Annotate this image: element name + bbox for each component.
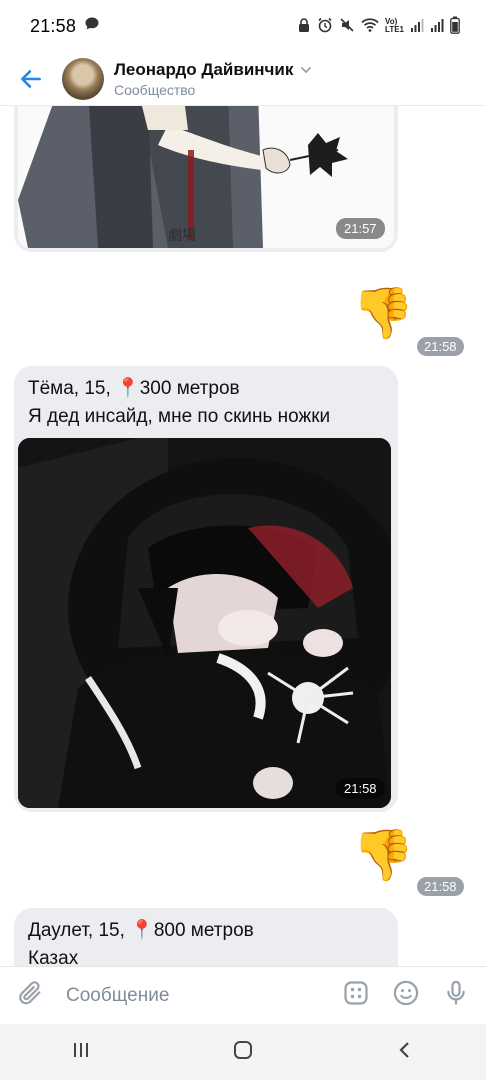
title-row: Леонардо Дайвинчик — [114, 60, 313, 80]
header-title-block[interactable]: Леонардо Дайвинчик Сообщество — [114, 60, 313, 98]
status-bar: 21:58 Vo) LTE1 — [0, 0, 486, 52]
message-time: 21:58 — [417, 877, 464, 896]
message-composer: Сообщение — [0, 966, 486, 1024]
chevron-left-icon — [399, 1041, 409, 1058]
alarm-icon — [317, 17, 333, 36]
svg-text:劇場: 劇場 — [168, 228, 196, 244]
page-title: Леонардо Дайвинчик — [114, 59, 294, 79]
chat-notification-icon — [84, 16, 100, 37]
message-photo-bubble[interactable]: 劇場 21:57 — [14, 106, 398, 252]
profile-line-2: Я дед инсайд, мне по скинь ножки — [28, 406, 331, 427]
thumbs-down-sticker[interactable]: 👎 — [352, 288, 414, 338]
status-left: 21:58 — [30, 16, 100, 37]
status-right: Vo) LTE1 — [297, 16, 460, 37]
bot-keyboard-icon — [344, 981, 368, 1005]
recent-apps-icon — [74, 1042, 88, 1057]
home-icon — [234, 1040, 252, 1059]
emoji-button[interactable] — [392, 979, 420, 1012]
attach-button[interactable] — [16, 979, 44, 1012]
battery-icon — [450, 16, 460, 37]
signal-icon-1 — [410, 17, 424, 36]
profile-line-1: Даулет, 15, 📍800 метров — [28, 920, 254, 941]
profile-line-1: Тёма, 15, 📍300 метров — [28, 378, 240, 399]
chat-history[interactable]: 劇場 21:57 👎 21:58 Тёма, 15, 📍300 метров Я… — [0, 106, 486, 966]
profile-message-bubble[interactable]: Тёма, 15, 📍300 метров Я дед инсайд, мне … — [14, 366, 398, 812]
keyboard-bot-button[interactable] — [342, 979, 370, 1012]
recent-apps-button[interactable] — [70, 1039, 92, 1066]
paperclip-icon — [19, 981, 41, 1005]
message-time: 21:58 — [417, 337, 464, 356]
avatar[interactable] — [62, 57, 104, 100]
message-time: 21:58 — [336, 778, 385, 799]
lte-label: Vo) LTE1 — [385, 17, 404, 34]
composer-actions — [342, 979, 470, 1012]
system-navigation-bar — [0, 1024, 486, 1080]
profile-photo-image — [18, 438, 391, 808]
mute-icon — [339, 17, 355, 36]
chevron-down-icon — [301, 66, 312, 73]
microphone-icon — [447, 980, 465, 1005]
thumbs-down-sticker[interactable]: 👎 — [352, 830, 414, 880]
profile-line-2: Казах — [28, 948, 79, 966]
back-button[interactable] — [0, 52, 62, 106]
lock-icon — [297, 17, 311, 36]
arrow-left-icon — [21, 69, 41, 88]
home-button[interactable] — [232, 1039, 254, 1066]
chat-header: Леонардо Дайвинчик Сообщество — [0, 52, 486, 106]
wifi-icon — [361, 17, 379, 36]
signal-icon-2 — [430, 17, 444, 36]
message-input[interactable]: Сообщение — [66, 985, 342, 1007]
profile-photo[interactable] — [18, 438, 391, 808]
profile-message-bubble[interactable]: Даулет, 15, 📍800 метров Казах — [14, 908, 398, 966]
status-time: 21:58 — [30, 15, 77, 36]
voice-button[interactable] — [442, 979, 470, 1012]
message-time: 21:57 — [336, 218, 385, 239]
page-subtitle: Сообщество — [114, 81, 196, 98]
system-back-button[interactable] — [394, 1039, 416, 1066]
smile-icon — [393, 980, 419, 1006]
